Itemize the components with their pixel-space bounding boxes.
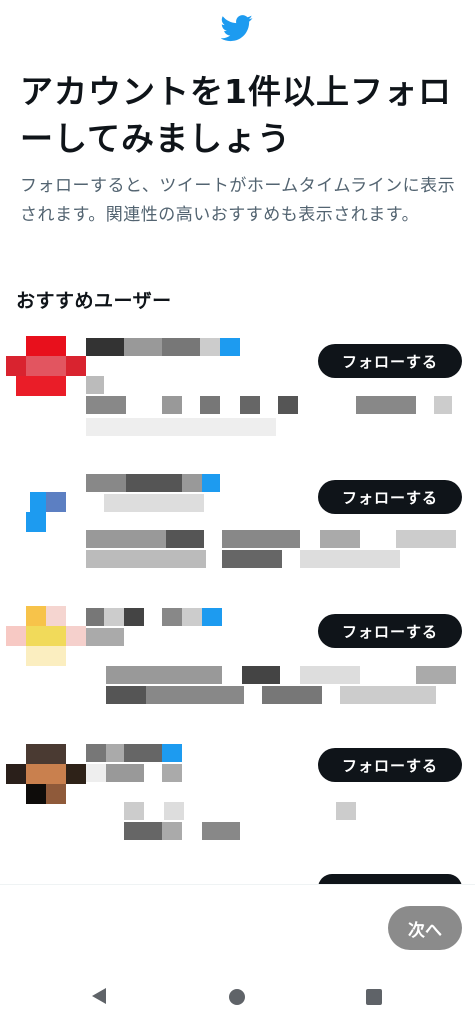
- follow-button[interactable]: フォローする: [318, 748, 462, 782]
- back-triangle-icon[interactable]: [92, 988, 106, 1004]
- section-heading: おすすめユーザー: [16, 290, 172, 312]
- home-circle-icon[interactable]: [229, 989, 245, 1005]
- next-button[interactable]: 次へ: [388, 906, 462, 950]
- suggestion-row[interactable]: フォローする: [0, 606, 475, 738]
- follow-button[interactable]: フォローする: [318, 344, 462, 378]
- recents-square-icon[interactable]: [366, 989, 382, 1005]
- page-title: アカウントを1件以上フォローしてみましょう: [20, 72, 452, 158]
- avatar[interactable]: [6, 606, 86, 686]
- page-description: フォローすると、ツイートがホームタイムラインに表示されます。関連性の高いおすすめ…: [20, 176, 456, 225]
- suggestion-row[interactable]: フォローする: [0, 472, 475, 604]
- suggestion-row[interactable]: フォローする: [0, 740, 475, 872]
- avatar[interactable]: [6, 740, 86, 820]
- system-navigation-bar: [0, 970, 475, 1024]
- follow-button[interactable]: フォローする: [318, 614, 462, 648]
- follow-button[interactable]: フォローする: [318, 480, 462, 514]
- avatar[interactable]: [6, 336, 86, 416]
- suggestion-row[interactable]: フォローする: [0, 336, 475, 468]
- avatar[interactable]: [6, 472, 86, 552]
- twitter-bird-icon: [221, 15, 253, 42]
